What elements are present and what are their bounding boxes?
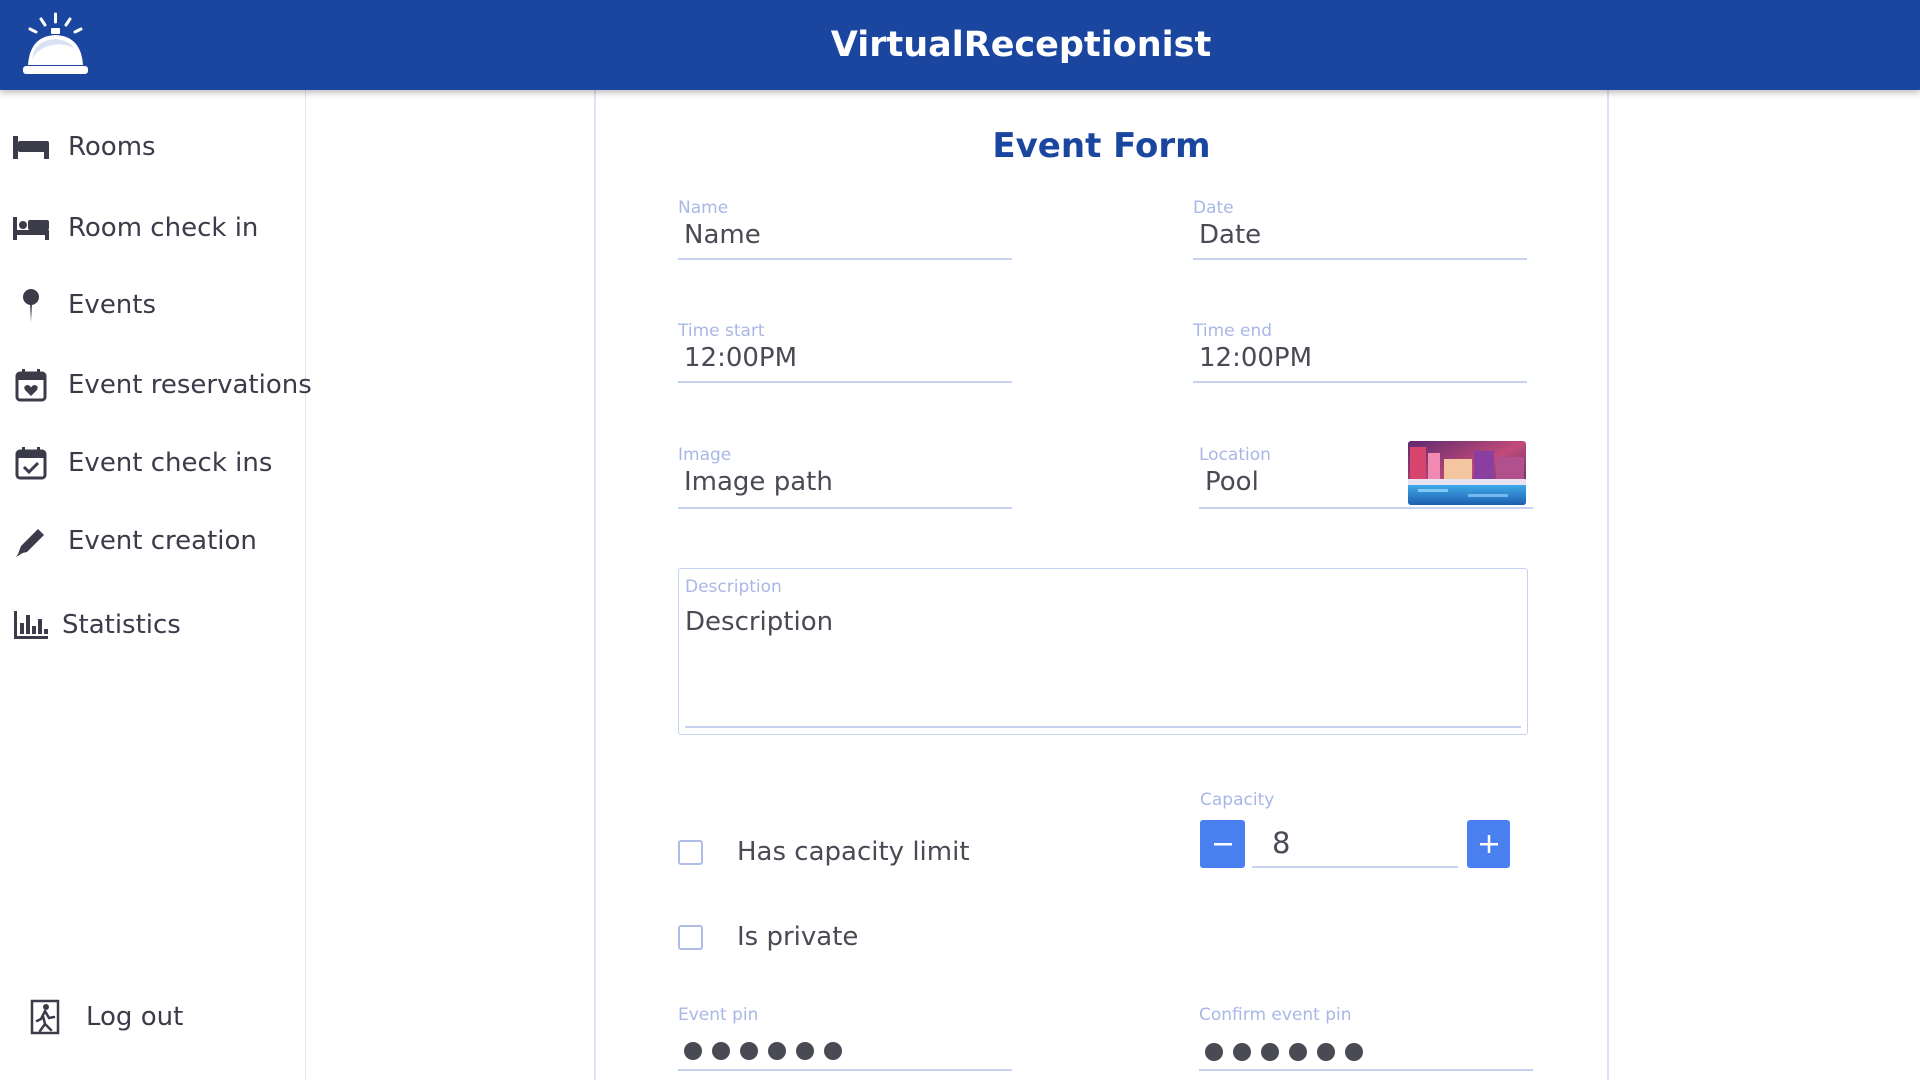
image-field[interactable]: Image Image path [678, 445, 1012, 511]
minus-icon [1213, 843, 1232, 846]
app-title: VirtualReceptionist [830, 25, 1212, 65]
sidebar-item-logout[interactable]: Log out [0, 987, 306, 1047]
time-end-field[interactable]: Time end 12:00PM [1193, 321, 1527, 385]
sidebar-item-label: Event creation [68, 526, 257, 556]
event-form-card: Event Form Name Name Date Date Time star… [594, 90, 1609, 1080]
name-field[interactable]: Name Name [678, 198, 1012, 262]
decrement-button[interactable] [1200, 820, 1245, 868]
increment-button[interactable] [1467, 820, 1510, 868]
confirm-event-pin-label: Confirm event pin [1199, 1005, 1352, 1025]
date-label: Date [1193, 198, 1234, 218]
name-label: Name [678, 198, 729, 218]
capacity-input[interactable]: 8 [1252, 820, 1458, 868]
capacity-stepper: Capacity 8 [1200, 790, 1532, 870]
sidebar-item-event-reservations[interactable]: Event reservations [0, 355, 312, 415]
is-private-checkbox[interactable] [678, 924, 703, 950]
description-field[interactable]: Description Description [678, 568, 1528, 735]
sidebar-item-label: Events [68, 290, 157, 320]
sidebar-item-label: Room check in [68, 213, 259, 243]
field-underline [678, 381, 1012, 383]
sidebar-item-event-creation[interactable]: Event creation [0, 511, 306, 571]
pin-icon [12, 287, 50, 323]
app-header: VirtualReceptionist [0, 0, 1920, 90]
plus-icon [1479, 835, 1498, 853]
field-underline [1193, 258, 1527, 260]
sidebar-item-events[interactable]: Events [0, 275, 306, 335]
event-pin-field[interactable]: Event pin [678, 1005, 1012, 1071]
time-end-input[interactable]: 12:00PM [1199, 343, 1312, 373]
bed-person-icon [12, 210, 50, 246]
page-title: Event Form [992, 126, 1211, 166]
field-underline [678, 258, 1012, 260]
field-underline [678, 1069, 1012, 1071]
bed-icon [12, 129, 50, 165]
is-private-checkbox-row[interactable]: Is private [678, 917, 858, 957]
calendar-check-icon [12, 445, 50, 481]
has-capacity-limit-checkbox-row[interactable]: Has capacity limit [678, 832, 970, 872]
has-capacity-limit-label: Has capacity limit [737, 837, 970, 867]
event-pin-input[interactable] [684, 1042, 842, 1060]
field-underline [678, 507, 1012, 509]
sidebar-item-label: Event check ins [68, 448, 273, 478]
bar-chart-icon [12, 607, 50, 643]
sidebar-item-label: Rooms [68, 132, 156, 162]
sidebar-item-label: Log out [86, 1002, 184, 1032]
description-textarea[interactable]: Description [685, 607, 833, 637]
description-label: Description [685, 577, 782, 597]
date-field[interactable]: Date Date [1193, 198, 1527, 262]
sidebar-item-event-check-ins[interactable]: Event check ins [0, 433, 306, 493]
field-underline [1199, 1069, 1533, 1071]
is-private-label: Is private [737, 922, 859, 952]
location-preview-image [1408, 441, 1526, 505]
field-underline [1199, 507, 1533, 509]
sidebar-item-rooms[interactable]: Rooms [0, 117, 306, 177]
field-underline [1193, 381, 1527, 383]
exit-icon [26, 999, 64, 1035]
time-start-label: Time start [678, 321, 765, 341]
sidebar-item-statistics[interactable]: Statistics [0, 595, 306, 655]
field-underline [685, 726, 1521, 728]
time-start-field[interactable]: Time start 12:00PM [678, 321, 1012, 385]
calendar-heart-icon [12, 367, 50, 403]
image-label: Image [678, 445, 732, 465]
name-input[interactable]: Name [684, 220, 761, 250]
pencil-icon [12, 523, 50, 559]
event-pin-label: Event pin [678, 1005, 759, 1025]
sidebar: Rooms Room check in Events Event reserva… [0, 90, 312, 1080]
capacity-label: Capacity [1200, 790, 1275, 810]
location-label: Location [1199, 445, 1271, 465]
sidebar-item-room-check-in[interactable]: Room check in [0, 198, 306, 258]
image-path-input[interactable]: Image path [684, 467, 833, 497]
location-select[interactable]: Pool [1205, 467, 1259, 497]
time-start-input[interactable]: 12:00PM [684, 343, 797, 373]
date-input[interactable]: Date [1199, 220, 1261, 250]
confirm-event-pin-input[interactable] [1205, 1043, 1363, 1061]
time-end-label: Time end [1193, 321, 1273, 341]
has-capacity-limit-checkbox[interactable] [678, 839, 703, 865]
confirm-event-pin-field[interactable]: Confirm event pin [1199, 1005, 1533, 1071]
sidebar-item-label: Event reservations [68, 370, 312, 400]
sidebar-item-label: Statistics [62, 610, 181, 640]
